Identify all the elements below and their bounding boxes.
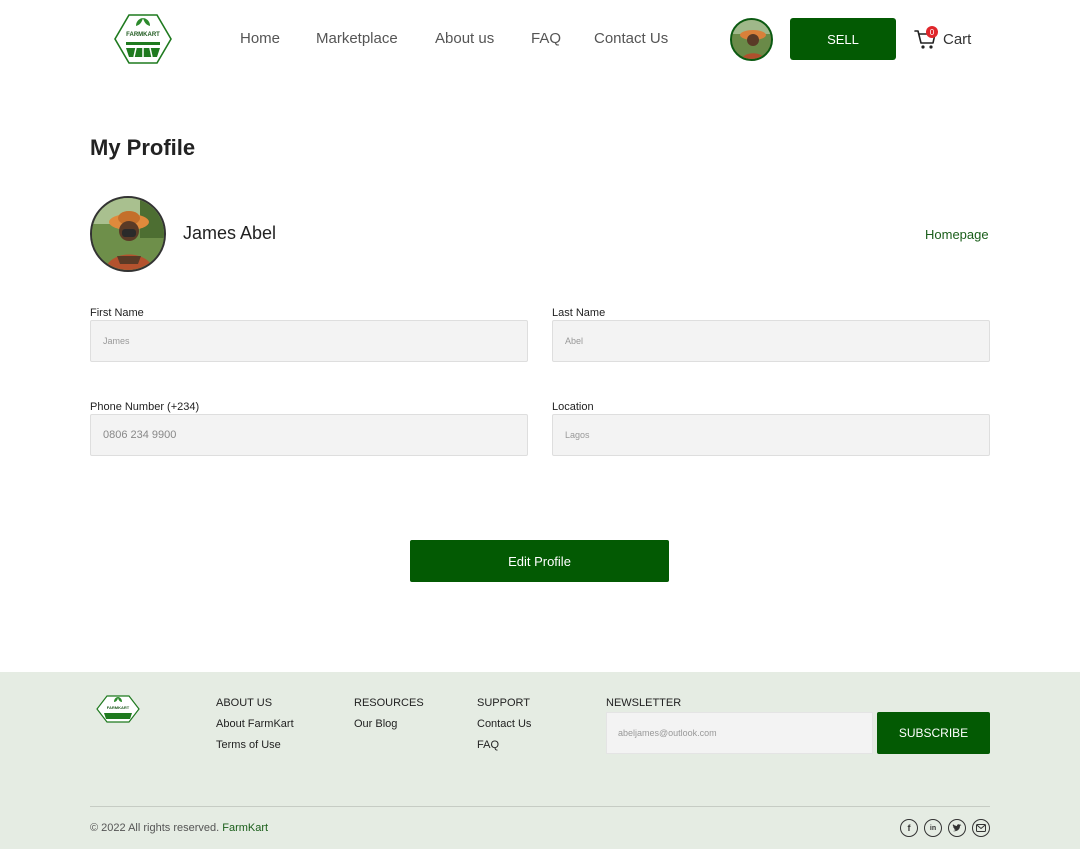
nav-about-us[interactable]: About us — [435, 30, 494, 47]
first-name-label: First Name — [90, 307, 144, 319]
edit-profile-button[interactable]: Edit Profile — [410, 540, 669, 582]
twitter-icon[interactable] — [948, 819, 966, 837]
subscribe-button[interactable]: SUBSCRIBE — [877, 712, 990, 754]
nav-home[interactable]: Home — [240, 30, 280, 47]
mail-icon[interactable] — [972, 819, 990, 837]
page-title: My Profile — [90, 135, 196, 160]
site-footer: FARMKART ABOUT US About FarmKart Terms o… — [0, 672, 1080, 849]
footer-link-terms[interactable]: Terms of Use — [216, 739, 294, 751]
last-name-label: Last Name — [552, 307, 606, 319]
cart-icon: 0 — [914, 26, 938, 50]
footer-logo[interactable]: FARMKART — [96, 694, 140, 724]
footer-link-faq[interactable]: FAQ — [477, 739, 531, 751]
profile-name: James Abel — [183, 223, 277, 243]
social-links: f in — [900, 819, 990, 837]
nav-marketplace[interactable]: Marketplace — [316, 30, 398, 47]
sell-button[interactable]: SELL — [790, 18, 896, 60]
linkedin-icon[interactable]: in — [924, 819, 942, 837]
footer-newsletter-heading: NEWSLETTER — [606, 697, 682, 709]
farmkart-logo[interactable]: FARMKART — [114, 12, 172, 66]
site-header: FARMKART Home Marketplace About us FAQ C… — [0, 0, 1080, 80]
cart-count-badge: 0 — [926, 26, 938, 38]
newsletter-email-input[interactable]: abeljames@outlook.com — [606, 712, 873, 754]
phone-number-field[interactable]: 0806 234 9900 — [90, 414, 528, 456]
cart-button[interactable]: 0 Cart — [914, 26, 972, 51]
footer-link-about-farmkart[interactable]: About FarmKart — [216, 718, 294, 730]
footer-about-heading: ABOUT US — [216, 697, 273, 709]
location-label: Location — [552, 401, 594, 413]
copyright-brand-link[interactable]: FarmKart — [222, 822, 268, 834]
footer-support-heading: SUPPORT — [477, 697, 530, 709]
footer-resources-column: RESOURCES Our Blog — [354, 697, 424, 739]
footer-resources-heading: RESOURCES — [354, 697, 424, 709]
copyright-text: © 2022 All rights reserved. FarmKart — [90, 822, 268, 834]
nav-contact-us[interactable]: Contact Us — [594, 30, 668, 47]
footer-support-column: SUPPORT Contact Us FAQ — [477, 697, 531, 760]
footer-about-column: ABOUT US About FarmKart Terms of Use — [216, 697, 294, 760]
last-name-field[interactable]: Abel — [552, 320, 990, 362]
nav-faq[interactable]: FAQ — [531, 30, 561, 47]
copyright-notice: © 2022 All rights reserved. — [90, 822, 220, 834]
first-name-field[interactable]: James — [90, 320, 528, 362]
cart-label: Cart — [943, 30, 972, 48]
homepage-link[interactable]: Homepage — [925, 227, 989, 242]
phone-number-label: Phone Number (+234) — [90, 401, 200, 413]
footer-logo-wordmark: FARMKART — [106, 705, 130, 710]
logo-wordmark: FARMKART — [126, 32, 160, 38]
footer-divider — [90, 806, 990, 807]
logo-icon — [114, 14, 172, 64]
location-field[interactable]: Lagos — [552, 414, 990, 456]
avatar-image — [732, 20, 771, 59]
profile-avatar — [90, 196, 166, 272]
profile-photo — [92, 198, 164, 270]
footer-link-blog[interactable]: Our Blog — [354, 718, 424, 730]
facebook-icon[interactable]: f — [900, 819, 918, 837]
user-avatar[interactable] — [730, 18, 773, 61]
footer-link-contact[interactable]: Contact Us — [477, 718, 531, 730]
